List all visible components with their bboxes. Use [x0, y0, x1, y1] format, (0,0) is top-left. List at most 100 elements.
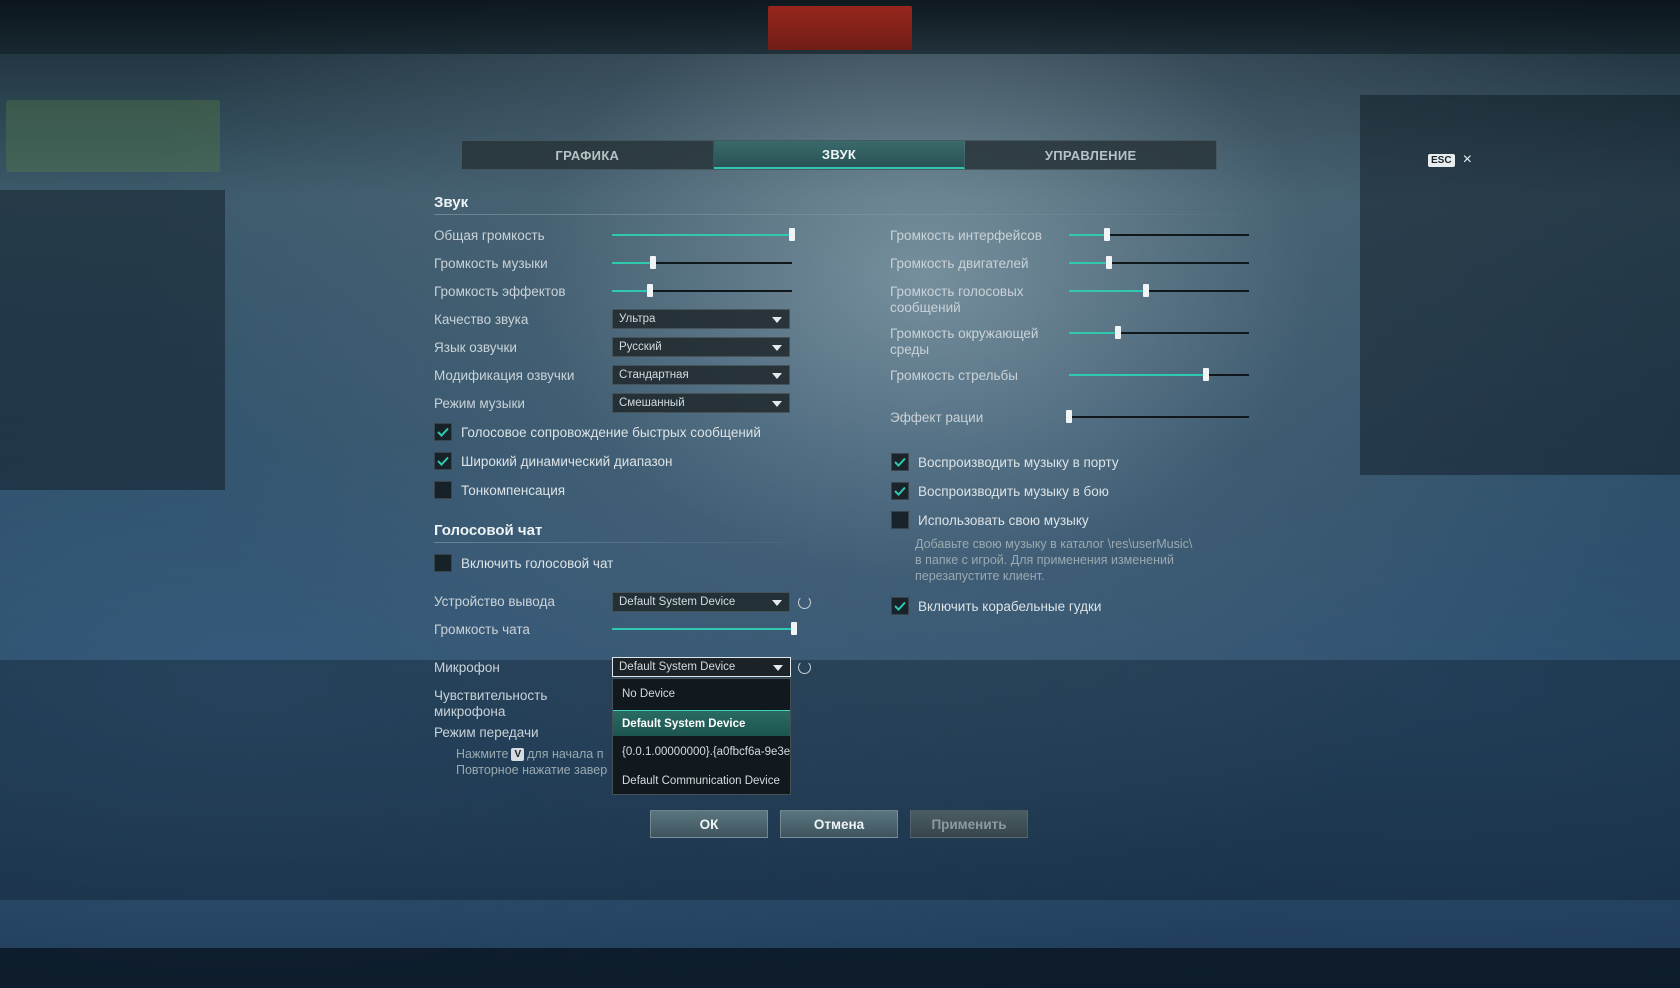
dropdown-voice-language[interactable]: Русский [612, 337, 790, 357]
slider-thumb[interactable] [646, 284, 653, 297]
background-top-bar [0, 0, 1680, 54]
slider-voice-messages-volume[interactable] [1069, 284, 1249, 298]
checkbox-quick-commands-voice[interactable]: Голосовое сопровождение быстрых сообщени… [434, 423, 761, 441]
label-firing-volume: Громкость стрельбы [890, 368, 1018, 383]
menu-item-default-system-device[interactable]: Default System Device [613, 710, 790, 736]
slider-interface-volume[interactable] [1069, 228, 1249, 242]
slider-radio-effect[interactable] [1066, 410, 1249, 424]
checkbox-box[interactable] [434, 554, 452, 572]
section-divider [434, 542, 794, 543]
tab-graphics[interactable]: ГРАФИКА [462, 141, 714, 169]
checkbox-music-in-port[interactable]: Воспроизводить музыку в порту [891, 453, 1119, 471]
transmit-hint: Нажмите Vдля начала п Повторное нажатие з… [456, 747, 608, 777]
label-sound-quality: Качество звука [434, 312, 529, 327]
chevron-down-icon [773, 665, 783, 671]
chevron-down-icon [772, 600, 782, 606]
checkmark-icon [894, 601, 906, 611]
label-ambient-volume: Громкость окружающей среды [890, 326, 1039, 357]
checkbox-user-music[interactable]: Использовать свою музыку [891, 511, 1089, 529]
label-voice-language: Язык озвучки [434, 340, 517, 355]
menu-item-device-guid[interactable]: {0.0.1.00000000}.{a0fbcf6a-9e3e- [613, 739, 790, 765]
chevron-down-icon [772, 373, 782, 379]
checkbox-box[interactable] [434, 423, 452, 441]
chevron-down-icon [772, 345, 782, 351]
refresh-icon[interactable] [798, 596, 811, 609]
label-mic-sensitivity: Чувствительность микрофона [434, 688, 548, 719]
slider-thumb[interactable] [789, 228, 795, 241]
tab-sound[interactable]: ЗВУК [713, 141, 966, 169]
refresh-icon[interactable] [798, 661, 811, 674]
label-microphone: Микрофон [434, 660, 500, 675]
user-music-hint: Добавьте свою музыку в каталог \res\user… [915, 537, 1193, 583]
slider-master-volume[interactable] [612, 228, 795, 242]
slider-chat-volume[interactable] [612, 622, 797, 636]
dropdown-sound-quality[interactable]: Ультра [612, 309, 790, 329]
checkbox-wide-dynamic-range[interactable]: Широкий динамический диапазон [434, 452, 673, 470]
label-music-volume: Громкость музыки [434, 256, 548, 271]
slider-thumb[interactable] [650, 256, 657, 269]
cancel-button[interactable]: Отмена [780, 810, 898, 838]
close-icon: × [1462, 151, 1472, 168]
microphone-dropdown-menu: No Device Default System Device {0.0.1.0… [612, 678, 791, 795]
label-engine-volume: Громкость двигателей [890, 256, 1029, 271]
dropdown-music-mode[interactable]: Смешанный [612, 393, 790, 413]
background-bottom-bar [0, 948, 1680, 988]
label-chat-volume: Громкость чата [434, 622, 530, 637]
checkbox-enable-voice-chat[interactable]: Включить голосовой чат [434, 554, 613, 572]
checkbox-loudness-compensation[interactable]: Тонкомпенсация [434, 481, 565, 499]
battle-button-blurred [768, 6, 912, 50]
menu-item-no-device[interactable]: No Device [613, 681, 790, 707]
esc-key-icon: ESC [1428, 153, 1455, 167]
background-right-panel [1360, 95, 1680, 475]
checkbox-box[interactable] [891, 482, 909, 500]
label-voice-messages-volume: Громкость голосовых сообщений [890, 284, 1024, 315]
slider-thumb[interactable] [1143, 284, 1150, 297]
dropdown-microphone[interactable]: Default System Device [612, 657, 791, 677]
checkbox-ship-horns[interactable]: Включить корабельные гудки [891, 597, 1101, 615]
ok-button[interactable]: ОК [650, 810, 768, 838]
background-bottom-list [0, 660, 1680, 900]
slider-ambient-volume[interactable] [1069, 326, 1249, 340]
label-radio-effect: Эффект рации [890, 410, 984, 425]
tab-controls[interactable]: УПРАВЛЕНИЕ [965, 141, 1216, 169]
apply-button[interactable]: Применить [910, 810, 1028, 838]
slider-thumb[interactable] [791, 622, 797, 635]
settings-tabs: ГРАФИКА ЗВУК УПРАВЛЕНИЕ [461, 140, 1217, 170]
checkbox-music-in-battle[interactable]: Воспроизводить музыку в бою [891, 482, 1109, 500]
slider-thumb[interactable] [1114, 326, 1121, 339]
section-title-voice-chat: Голосовой чат [434, 522, 543, 539]
chevron-down-icon [772, 401, 782, 407]
checkmark-icon [437, 427, 449, 437]
slider-effects-volume[interactable] [612, 284, 792, 298]
dropdown-output-device[interactable]: Default System Device [612, 592, 790, 612]
background-left-panel [6, 100, 220, 172]
checkbox-box[interactable] [891, 511, 909, 529]
section-title-sound: Звук [434, 194, 469, 211]
label-effects-volume: Громкость эффектов [434, 284, 566, 299]
background-left-list [0, 190, 225, 490]
label-music-mode: Режим музыки [434, 396, 525, 411]
label-output-device: Устройство вывода [434, 594, 555, 609]
checkbox-box[interactable] [891, 453, 909, 471]
label-master-volume: Общая громкость [434, 228, 545, 243]
slider-thumb[interactable] [1202, 368, 1209, 381]
label-transmit-mode: Режим передачи [434, 725, 539, 740]
close-button[interactable]: ESC × [1428, 151, 1472, 168]
checkbox-box[interactable] [434, 481, 452, 499]
slider-thumb[interactable] [1066, 410, 1072, 423]
checkbox-box[interactable] [891, 597, 909, 615]
menu-item-default-communication-device[interactable]: Default Communication Device [613, 768, 790, 794]
checkbox-box[interactable] [434, 452, 452, 470]
dropdown-voice-mod[interactable]: Стандартная [612, 365, 790, 385]
checkmark-icon [894, 457, 906, 467]
slider-engine-volume[interactable] [1069, 256, 1249, 270]
slider-music-volume[interactable] [612, 256, 792, 270]
slider-thumb[interactable] [1105, 256, 1112, 269]
label-interface-volume: Громкость интерфейсов [890, 228, 1042, 243]
checkmark-icon [894, 486, 906, 496]
slider-thumb[interactable] [1103, 228, 1110, 241]
key-v-icon: V [511, 748, 525, 761]
chevron-down-icon [772, 317, 782, 323]
slider-firing-volume[interactable] [1069, 368, 1249, 382]
section-divider [434, 214, 1244, 215]
